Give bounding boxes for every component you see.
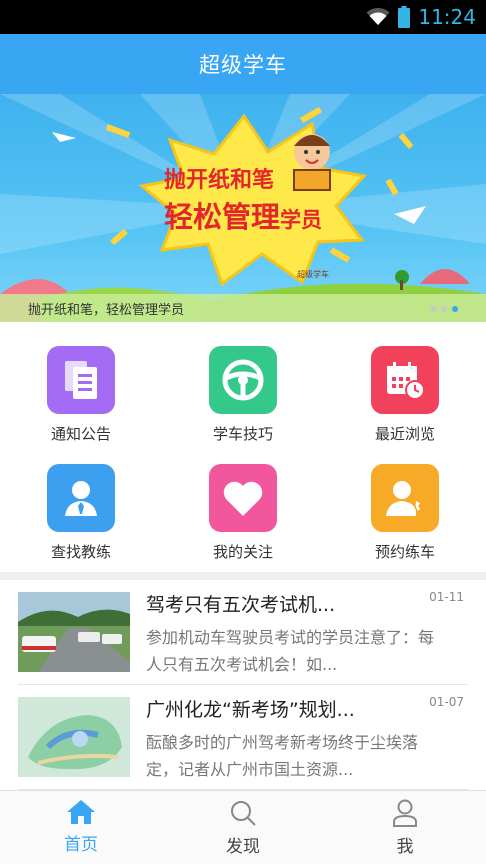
grid-item-following[interactable]: 我的关注 bbox=[162, 464, 324, 582]
grid-item-label: 学车技巧 bbox=[212, 425, 273, 443]
user-icon bbox=[393, 799, 417, 827]
grid-item-driving-tips[interactable]: 学车技巧 bbox=[162, 346, 324, 464]
banner-carousel[interactable]: 抛开纸和笔 轻松管理学员 超级学车 抛开纸和笔，轻松管理学员 bbox=[0, 94, 486, 322]
grid-item-label: 预约练车 bbox=[374, 543, 435, 561]
carousel-indicator bbox=[430, 306, 458, 312]
carousel-dot[interactable] bbox=[441, 306, 447, 312]
banner-caption: 抛开纸和笔，轻松管理学员 bbox=[28, 302, 185, 318]
grid-item-recent[interactable]: 最近浏览 bbox=[324, 346, 486, 464]
status-bar: 11:24 bbox=[0, 0, 486, 34]
heart-icon bbox=[209, 464, 277, 532]
grid-item-label: 查找教练 bbox=[50, 543, 111, 561]
app-title: 超级学车 bbox=[199, 53, 287, 77]
tab-home[interactable]: 首页 bbox=[0, 791, 162, 864]
grid-item-book-practice[interactable]: 预约练车 bbox=[324, 464, 486, 582]
carousel-dot[interactable] bbox=[430, 306, 436, 312]
search-icon bbox=[231, 801, 256, 826]
news-title: 驾考只有五次考试机... bbox=[146, 594, 336, 616]
news-thumbnail bbox=[18, 697, 130, 777]
document-icon bbox=[47, 346, 115, 414]
news-summary: 酝酿多时的广州驾考新考场终于尘埃落定，记者从广州市国土资源... bbox=[146, 733, 419, 779]
news-thumbnail bbox=[18, 592, 130, 672]
calendar-clock-icon bbox=[371, 346, 439, 414]
grid-item-label: 我的关注 bbox=[212, 543, 273, 561]
grid-item-notice[interactable]: 通知公告 bbox=[0, 346, 162, 464]
clock: 11:24 bbox=[418, 5, 476, 29]
grid-item-label: 通知公告 bbox=[50, 425, 111, 443]
news-item[interactable]: 广州化龙“新考场”规划... 01-07 酝酿多时的广州驾考新考场终于尘埃落定，… bbox=[18, 685, 468, 790]
steering-wheel-icon bbox=[209, 346, 277, 414]
tab-label: 发现 bbox=[226, 837, 260, 857]
carousel-dot-active[interactable] bbox=[452, 306, 458, 312]
grid-item-find-coach[interactable]: 查找教练 bbox=[0, 464, 162, 582]
battery-icon bbox=[398, 6, 411, 28]
person-phone-icon bbox=[371, 464, 439, 532]
tab-discover[interactable]: 发现 bbox=[162, 791, 324, 864]
app-bar: 超级学车 bbox=[0, 34, 486, 94]
person-tie-icon bbox=[47, 464, 115, 532]
news-list: 驾考只有五次考试机... 01-11 参加机动车驾驶员考试的学员注意了：每人只有… bbox=[0, 580, 486, 790]
grid-item-label: 最近浏览 bbox=[374, 425, 435, 443]
home-icon bbox=[67, 800, 95, 824]
banner-headline-line2: 轻松管理学员 bbox=[164, 194, 322, 236]
news-date: 01-07 bbox=[429, 695, 464, 709]
banner-caption-bar: 抛开纸和笔，轻松管理学员 bbox=[0, 294, 486, 322]
news-title: 广州化龙“新考场”规划... bbox=[146, 699, 355, 721]
banner-headline-line2-main: 轻松管理 bbox=[164, 200, 281, 234]
tab-label: 我 bbox=[396, 837, 414, 857]
news-summary: 参加机动车驾驶员考试的学员注意了：每人只有五次考试机会！如... bbox=[146, 628, 435, 674]
bottom-nav: 首页 发现 我 bbox=[0, 790, 486, 864]
tab-me[interactable]: 我 bbox=[324, 791, 486, 864]
banner-headline-line1: 抛开纸和笔 bbox=[164, 168, 275, 193]
news-item[interactable]: 驾考只有五次考试机... 01-11 参加机动车驾驶员考试的学员注意了：每人只有… bbox=[18, 580, 468, 685]
wifi-icon bbox=[366, 8, 390, 25]
banner-headline-line2-small: 学员 bbox=[280, 208, 323, 232]
tab-label: 首页 bbox=[64, 835, 98, 855]
news-date: 01-11 bbox=[429, 590, 464, 604]
feature-grid: 通知公告 学车技巧 最近浏览 查找教练 我的关注 预约练车 bbox=[0, 322, 486, 572]
banner-badge: 超级学车 bbox=[297, 270, 329, 279]
